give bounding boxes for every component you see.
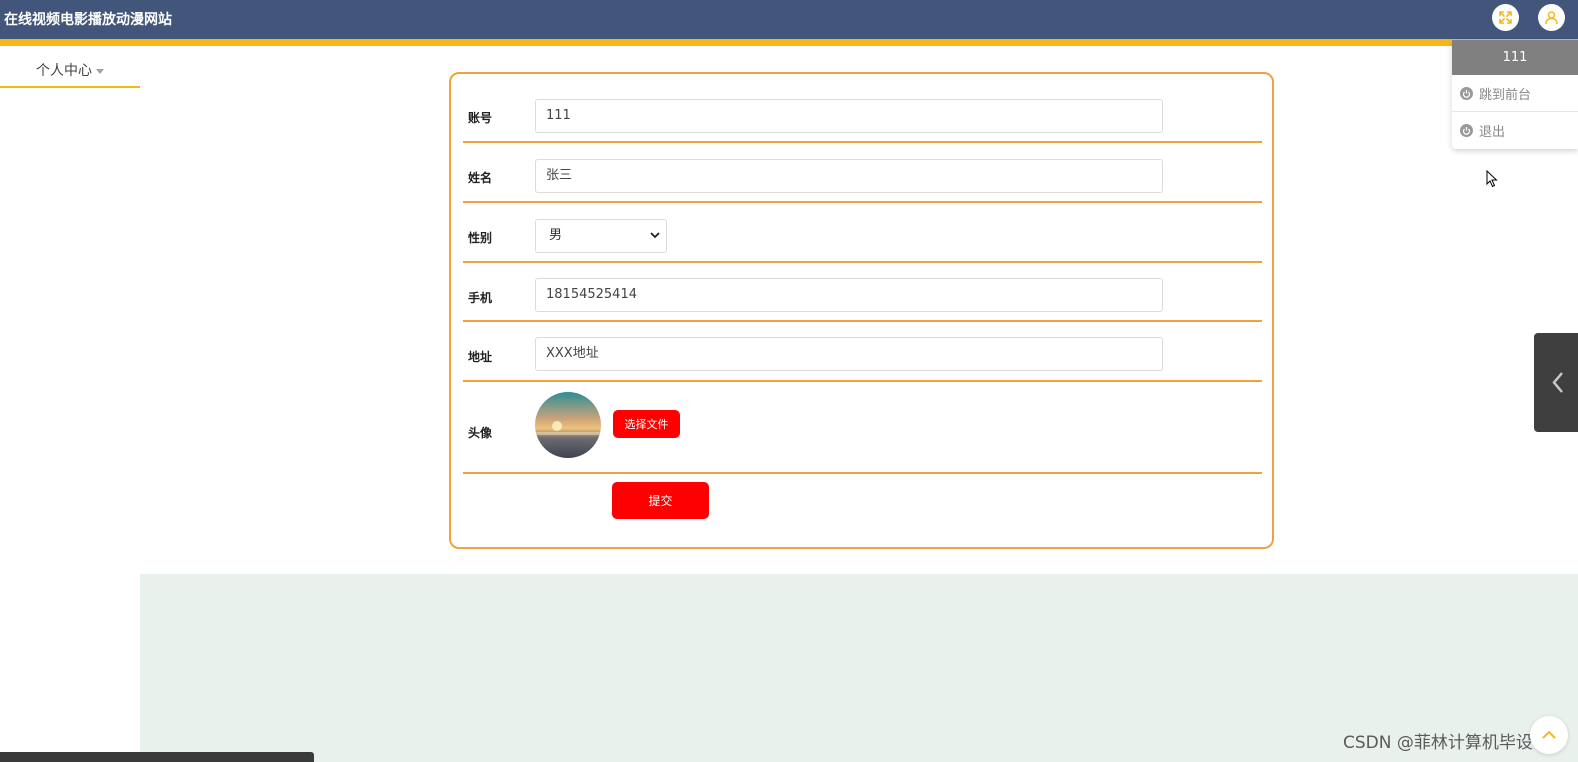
address-input[interactable]: XXX地址	[535, 337, 1163, 371]
dropdown-item-go-frontend[interactable]: 跳到前台	[1452, 75, 1578, 112]
taskbar-fragment	[0, 752, 314, 762]
user-menu-button[interactable]	[1538, 4, 1565, 31]
account-label: 账号	[468, 111, 493, 125]
avatar-image	[535, 392, 601, 458]
sidebar-item-personal-center[interactable]: 个人中心	[0, 54, 140, 88]
gender-selected-value: 男	[549, 228, 563, 243]
watermark-text: CSDN @菲林计算机毕设	[1343, 733, 1533, 753]
name-input[interactable]: 张三	[535, 159, 1163, 193]
arrow-up-icon	[1542, 730, 1556, 739]
fullscreen-button[interactable]	[1492, 4, 1519, 31]
form-row-gender: 性别 男	[463, 203, 1262, 263]
address-label: 地址	[468, 350, 493, 364]
dropdown-item-label: 退出	[1479, 125, 1506, 140]
caret-down-icon	[96, 68, 104, 74]
top-header: 在线视频电影播放动漫网站	[0, 0, 1578, 39]
form-row-address: 地址 XXX地址	[463, 322, 1262, 382]
side-panel-toggle[interactable]	[1534, 333, 1578, 432]
expand-arrows-icon	[1499, 11, 1512, 24]
chevron-left-icon	[1552, 372, 1563, 393]
chevron-down-icon	[650, 232, 660, 239]
gender-label: 性别	[468, 231, 493, 245]
user-icon	[1545, 11, 1558, 25]
account-input[interactable]: 111	[535, 99, 1163, 133]
power-icon	[1460, 86, 1473, 100]
dropdown-item-label: 跳到前台	[1479, 87, 1532, 103]
phone-label: 手机	[468, 291, 493, 305]
sidebar: 个人中心	[0, 46, 140, 762]
form-row-avatar: 头像 选择文件	[463, 382, 1262, 474]
gender-select[interactable]: 男	[535, 219, 667, 253]
user-dropdown-menu: 111 跳到前台 退出	[1452, 40, 1578, 149]
scroll-top-button[interactable]	[1530, 716, 1568, 754]
choose-file-button[interactable]: 选择文件	[613, 410, 680, 438]
form-row-name: 姓名 张三	[463, 143, 1262, 203]
name-label: 姓名	[468, 171, 493, 185]
site-title: 在线视频电影播放动漫网站	[4, 12, 172, 28]
profile-form: 账号 111 姓名 张三 性别 男 手机 18154525414 地址 XXX地…	[449, 72, 1274, 549]
dropdown-username: 111	[1452, 40, 1578, 75]
dropdown-item-logout[interactable]: 退出	[1452, 112, 1578, 149]
phone-input[interactable]: 18154525414	[535, 278, 1163, 312]
submit-button[interactable]: 提交	[612, 482, 709, 519]
form-row-phone: 手机 18154525414	[463, 263, 1262, 322]
mouse-cursor-icon	[1486, 170, 1498, 188]
sidebar-item-label: 个人中心	[36, 63, 92, 79]
header-accent-stripe	[0, 39, 1578, 46]
power-icon	[1460, 124, 1473, 137]
form-row-account: 账号 111	[463, 74, 1262, 143]
avatar-label: 头像	[468, 426, 493, 440]
